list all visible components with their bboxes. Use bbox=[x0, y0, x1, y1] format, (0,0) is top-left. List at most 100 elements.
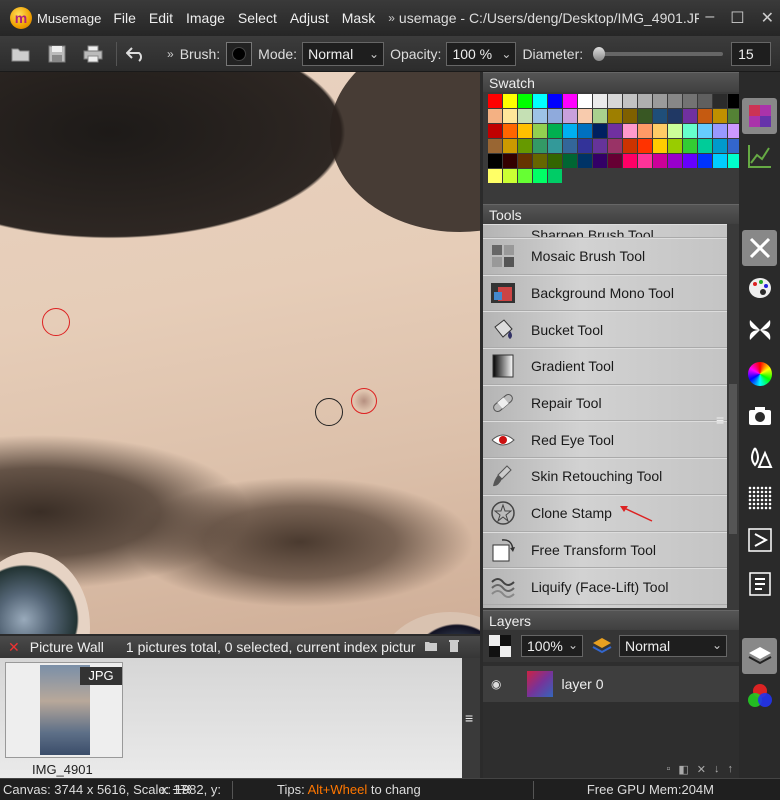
swatch-color[interactable] bbox=[653, 154, 667, 168]
swatch-color[interactable] bbox=[533, 124, 547, 138]
swatch-color[interactable] bbox=[653, 94, 667, 108]
opacity-select[interactable]: 100 % ⌄ bbox=[446, 41, 517, 66]
menu-mask[interactable]: Mask bbox=[342, 10, 375, 26]
swatch-color[interactable] bbox=[533, 139, 547, 153]
swatch-color[interactable] bbox=[578, 124, 592, 138]
swatch-color[interactable] bbox=[638, 124, 652, 138]
swatch-color[interactable] bbox=[488, 109, 502, 123]
swatch-color[interactable] bbox=[548, 109, 562, 123]
layer-blend-select[interactable]: Normal ⌄ bbox=[619, 635, 727, 657]
move-up-icon[interactable]: ↑ bbox=[728, 763, 734, 775]
layers-panel-button[interactable] bbox=[742, 638, 777, 674]
swatch-color[interactable] bbox=[518, 139, 532, 153]
swatch-color[interactable] bbox=[578, 154, 592, 168]
picture-thumbnail[interactable]: JPG bbox=[5, 662, 123, 758]
move-down-icon[interactable]: ↓ bbox=[714, 763, 720, 775]
swatch-color[interactable] bbox=[548, 94, 562, 108]
layer-row[interactable]: ◉ layer 0 bbox=[483, 666, 739, 702]
swatch-color[interactable] bbox=[608, 139, 622, 153]
swatch-color[interactable] bbox=[578, 139, 592, 153]
color-wheel-panel-button[interactable] bbox=[742, 356, 777, 392]
swatch-color[interactable] bbox=[593, 124, 607, 138]
swatch-color[interactable] bbox=[518, 94, 532, 108]
swatch-color[interactable] bbox=[683, 139, 697, 153]
swatch-color[interactable] bbox=[563, 94, 577, 108]
swatch-color[interactable] bbox=[578, 109, 592, 123]
swatch-color[interactable] bbox=[593, 109, 607, 123]
undo-icon[interactable] bbox=[125, 43, 147, 65]
swatch-color[interactable] bbox=[533, 109, 547, 123]
tools-scrollbar-thumb[interactable] bbox=[729, 384, 737, 534]
menu-select[interactable]: Select bbox=[238, 10, 277, 26]
swatch-color[interactable] bbox=[638, 139, 652, 153]
close-button[interactable]: ✕ bbox=[761, 8, 774, 28]
swatch-color[interactable] bbox=[683, 154, 697, 168]
swatch-color[interactable] bbox=[503, 139, 517, 153]
tool-item-gradient[interactable]: Gradient Tool bbox=[483, 348, 727, 385]
swatch-color[interactable] bbox=[488, 94, 502, 108]
swatch-color[interactable] bbox=[518, 154, 532, 168]
mode-select[interactable]: Normal ⌄ bbox=[302, 41, 385, 66]
swatch-color[interactable] bbox=[623, 139, 637, 153]
swatch-color[interactable] bbox=[698, 139, 712, 153]
swatch-color[interactable] bbox=[518, 124, 532, 138]
eye-visibility-icon[interactable]: ◉ bbox=[491, 677, 501, 691]
swatch-color[interactable] bbox=[638, 154, 652, 168]
swatch-color[interactable] bbox=[683, 109, 697, 123]
info-panel-button[interactable] bbox=[742, 566, 777, 602]
tools-panel-button[interactable] bbox=[742, 230, 777, 266]
swatch-color[interactable] bbox=[638, 109, 652, 123]
print-icon[interactable] bbox=[82, 43, 104, 65]
palette-panel-button[interactable] bbox=[742, 270, 777, 306]
swatch-color[interactable] bbox=[623, 109, 637, 123]
histogram-panel-button[interactable] bbox=[742, 138, 777, 174]
picture-wall-scrollbar[interactable]: ≡ bbox=[462, 658, 480, 778]
swatch-color[interactable] bbox=[698, 94, 712, 108]
image-canvas[interactable] bbox=[0, 72, 480, 634]
swatch-color[interactable] bbox=[563, 109, 577, 123]
swatch-color[interactable] bbox=[668, 154, 682, 168]
close-picture-wall-icon[interactable]: ✕ bbox=[8, 639, 20, 656]
swatch-color[interactable] bbox=[563, 154, 577, 168]
menu-edit[interactable]: Edit bbox=[149, 10, 173, 26]
swatch-color[interactable] bbox=[488, 124, 502, 138]
swatch-color[interactable] bbox=[503, 94, 517, 108]
swatch-color[interactable] bbox=[488, 139, 502, 153]
layer-opacity-select[interactable]: 100% ⌄ bbox=[521, 635, 583, 657]
swatch-color[interactable] bbox=[548, 139, 562, 153]
swatch-color[interactable] bbox=[533, 169, 547, 183]
swatch-color[interactable] bbox=[608, 109, 622, 123]
tool-item-liquify[interactable]: Liquify (Face-Lift) Tool bbox=[483, 568, 727, 605]
swatch-color[interactable] bbox=[533, 154, 547, 168]
swatch-color[interactable] bbox=[623, 94, 637, 108]
menu-file[interactable]: File bbox=[113, 10, 136, 26]
tools-scrollbar[interactable] bbox=[727, 224, 739, 608]
layer-mask-add-icon[interactable]: ◧ bbox=[678, 763, 688, 776]
tool-item-red-eye[interactable]: Red Eye Tool bbox=[483, 421, 727, 459]
play-panel-button[interactable] bbox=[742, 522, 777, 558]
swatch-color[interactable] bbox=[668, 109, 682, 123]
tools-grip-icon[interactable]: ≡ bbox=[716, 412, 724, 428]
diameter-input[interactable]: 15 bbox=[731, 41, 772, 66]
menu-adjust[interactable]: Adjust bbox=[290, 10, 329, 26]
swatch-color[interactable] bbox=[713, 109, 727, 123]
tool-item-bucket[interactable]: Bucket Tool bbox=[483, 311, 727, 349]
swatch-color[interactable] bbox=[503, 169, 517, 183]
diameter-slider-handle[interactable] bbox=[593, 46, 606, 61]
tool-item-mosaic-brush[interactable]: Mosaic Brush Tool bbox=[483, 238, 727, 275]
swatch-color[interactable] bbox=[533, 94, 547, 108]
swatch-color[interactable] bbox=[623, 154, 637, 168]
brush-preset-button[interactable] bbox=[226, 41, 253, 66]
swatch-color[interactable] bbox=[608, 94, 622, 108]
swatch-color[interactable] bbox=[518, 169, 532, 183]
tool-item-background-mono[interactable]: Background Mono Tool bbox=[483, 274, 727, 312]
swatch-color[interactable] bbox=[713, 139, 727, 153]
grip-icon[interactable]: ≡ bbox=[465, 710, 473, 726]
layer-stack-icon[interactable] bbox=[591, 635, 613, 657]
butterfly-panel-button[interactable] bbox=[742, 312, 777, 348]
folder-icon[interactable] bbox=[424, 639, 438, 655]
channels-panel-button[interactable] bbox=[742, 678, 777, 714]
delete-icon[interactable] bbox=[448, 639, 460, 656]
swatch-color[interactable] bbox=[578, 94, 592, 108]
swatch-color[interactable] bbox=[698, 124, 712, 138]
